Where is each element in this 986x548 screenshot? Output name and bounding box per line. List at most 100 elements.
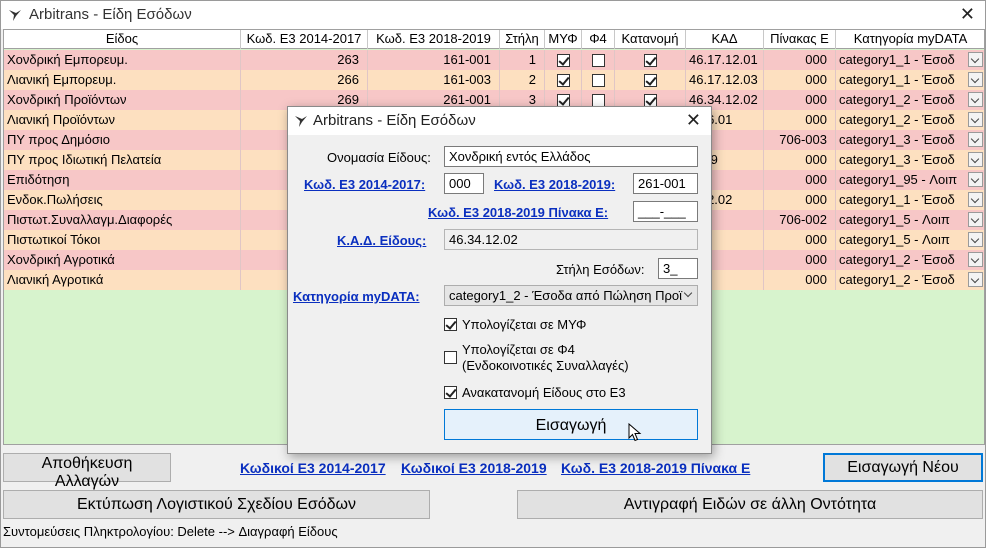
e3-1819-input[interactable]: 261-001 <box>633 173 698 194</box>
dialog-close-icon[interactable]: ✕ <box>686 110 701 131</box>
f4-checkbox[interactable] <box>444 351 457 364</box>
checkbox[interactable] <box>556 54 570 68</box>
cell-mydata-category[interactable]: category1_5 - Λοιπ <box>836 210 984 230</box>
insert-new-button[interactable]: Εισαγωγή Νέου <box>823 453 983 482</box>
cell-column[interactable]: 2 <box>500 70 545 90</box>
cell-mydata-category[interactable]: category1_2 - Έσοδ <box>836 250 984 270</box>
col-header-name[interactable]: Είδος <box>4 30 241 49</box>
cell-allocation-checkbox[interactable] <box>615 70 686 90</box>
kad-link[interactable]: Κ.Α.Δ. Είδους: <box>337 233 426 248</box>
table-row[interactable]: Χονδρική Εμπορευμ. 263 161-001 1 46.17.12.01… <box>4 50 984 70</box>
cell-table-e[interactable]: 000 <box>764 270 836 290</box>
cell-myf-checkbox[interactable] <box>545 50 582 70</box>
cell-e3-1417[interactable]: 263 <box>241 50 368 70</box>
name-input[interactable]: Χονδρική εντός Ελλάδος <box>444 146 698 167</box>
income-column-input[interactable]: 3_ <box>658 258 698 279</box>
cell-name[interactable]: Χονδρική Αγροτικά <box>4 250 241 270</box>
table-row[interactable]: Λιανική Εμπορευμ. 266 161-003 2 46.17.12.03 0… <box>4 70 984 90</box>
cell-table-e[interactable]: 000 <box>764 170 836 190</box>
kad-input[interactable]: 46.34.12.02 <box>444 229 698 250</box>
cell-table-e[interactable]: 000 <box>764 150 836 170</box>
cell-name[interactable]: Λιανική Προϊόντων <box>4 110 241 130</box>
cell-name[interactable]: Πιστωτικοί Τόκοι <box>4 230 241 250</box>
cell-table-e[interactable]: 706-003 <box>764 130 836 150</box>
chevron-down-icon[interactable] <box>968 72 983 87</box>
cell-name[interactable]: Πιστωτ.Συναλλαγμ.Διαφορές <box>4 210 241 230</box>
cell-table-e[interactable]: 706-002 <box>764 210 836 230</box>
col-header-column[interactable]: Στήλη <box>500 30 545 49</box>
cell-e3-1417[interactable]: 266 <box>241 70 368 90</box>
e3-1417-code-link[interactable]: Κωδ. Ε3 2014-2017: <box>304 177 425 192</box>
col-header-allocation[interactable]: Κατανομή <box>615 30 686 49</box>
cell-e3-1819[interactable]: 161-003 <box>368 70 500 90</box>
cell-name[interactable]: ΠΥ προς Δημόσιο <box>4 130 241 150</box>
cell-f4-checkbox[interactable] <box>582 50 615 70</box>
cell-column[interactable]: 1 <box>500 50 545 70</box>
checkbox[interactable] <box>556 74 570 88</box>
mydata-category-select[interactable]: category1_2 - Έσοδα από Πώληση Προϊ <box>444 285 698 306</box>
cell-mydata-category[interactable]: category1_1 - Έσοδ <box>836 50 984 70</box>
insert-button[interactable]: Εισαγωγή <box>444 409 698 440</box>
save-changes-button[interactable]: Αποθήκευση Αλλαγών <box>3 453 171 490</box>
cell-kad[interactable]: 46.17.12.03 <box>686 70 764 90</box>
cell-name[interactable]: Λιανική Αγροτικά <box>4 270 241 290</box>
cell-table-e[interactable]: 000 <box>764 90 836 110</box>
copy-to-entity-button[interactable]: Αντιγραφή Ειδών σε άλλη Οντότητα <box>517 490 983 519</box>
cell-name[interactable]: Λιανική Εμπορευμ. <box>4 70 241 90</box>
col-header-e3-1417[interactable]: Κωδ. Ε3 2014-2017 <box>241 30 368 49</box>
cell-myf-checkbox[interactable] <box>545 70 582 90</box>
mydata-category-link[interactable]: Κατηγορία myDATA: <box>293 289 420 304</box>
e3-1819-code-link[interactable]: Κωδ. Ε3 2018-2019: <box>494 177 615 192</box>
cell-name[interactable]: Ενδοκ.Πωλήσεις <box>4 190 241 210</box>
col-header-myf[interactable]: ΜΥΦ <box>545 30 582 49</box>
chevron-down-icon[interactable] <box>968 172 983 187</box>
cell-f4-checkbox[interactable] <box>582 70 615 90</box>
chevron-down-icon[interactable] <box>968 92 983 107</box>
col-header-e3-1819[interactable]: Κωδ. Ε3 2018-2019 <box>368 30 500 49</box>
cell-table-e[interactable]: 000 <box>764 110 836 130</box>
e3-1417-input[interactable]: 000 <box>444 173 484 194</box>
cell-table-e[interactable]: 000 <box>764 250 836 270</box>
e3-table-e-code-link[interactable]: Κωδ. Ε3 2018-2019 Πίνακα Ε: <box>428 205 608 220</box>
e3-1819-codes-link[interactable]: Κωδικοί Ε3 2018-2019 <box>401 460 547 476</box>
cell-mydata-category[interactable]: category1_2 - Έσοδ <box>836 110 984 130</box>
cell-name[interactable]: Επιδότηση <box>4 170 241 190</box>
e3-allocation-checkbox[interactable] <box>444 386 457 399</box>
cell-name[interactable]: Χονδρική Εμπορευμ. <box>4 50 241 70</box>
chevron-down-icon[interactable] <box>968 212 983 227</box>
cell-e3-1819[interactable]: 161-001 <box>368 50 500 70</box>
cell-mydata-category[interactable]: category1_2 - Έσοδ <box>836 270 984 290</box>
print-chart-button[interactable]: Εκτύπωση Λογιστικού Σχεδίου Εσόδων <box>3 490 430 519</box>
cell-mydata-category[interactable]: category1_3 - Έσοδ <box>836 150 984 170</box>
cell-mydata-category[interactable]: category1_1 - Έσοδ <box>836 190 984 210</box>
myf-checkbox[interactable] <box>444 318 457 331</box>
chevron-down-icon[interactable] <box>968 52 983 67</box>
checkbox[interactable] <box>591 74 605 88</box>
chevron-down-icon[interactable] <box>968 132 983 147</box>
col-header-table-e[interactable]: Πίνακας Ε <box>764 30 836 49</box>
chevron-down-icon[interactable] <box>968 112 983 127</box>
cell-allocation-checkbox[interactable] <box>615 50 686 70</box>
cell-mydata-category[interactable]: category1_95 - Λοιπ <box>836 170 984 190</box>
col-header-mydata[interactable]: Κατηγορία myDATA <box>836 30 984 49</box>
col-header-kad[interactable]: ΚΑΔ <box>686 30 764 49</box>
e3-table-e-codes-link[interactable]: Κωδ. Ε3 2018-2019 Πίνακα Ε <box>561 460 750 476</box>
checkbox[interactable] <box>591 54 605 68</box>
e3-table-e-input[interactable]: ___-___ <box>633 201 698 222</box>
cell-mydata-category[interactable]: category1_3 - Έσοδ <box>836 130 984 150</box>
cell-table-e[interactable]: 000 <box>764 230 836 250</box>
cell-name[interactable]: ΠΥ προς Ιδιωτική Πελατεία <box>4 150 241 170</box>
cell-mydata-category[interactable]: category1_2 - Έσοδ <box>836 90 984 110</box>
checkbox[interactable] <box>643 54 657 68</box>
cell-table-e[interactable]: 000 <box>764 70 836 90</box>
cell-kad[interactable]: 46.17.12.01 <box>686 50 764 70</box>
chevron-down-icon[interactable] <box>968 272 983 287</box>
chevron-down-icon[interactable] <box>968 232 983 247</box>
cell-table-e[interactable]: 000 <box>764 50 836 70</box>
cell-table-e[interactable]: 000 <box>764 190 836 210</box>
cell-name[interactable]: Χονδρική Προϊόντων <box>4 90 241 110</box>
close-icon[interactable]: ✕ <box>960 4 975 25</box>
cell-mydata-category[interactable]: category1_1 - Έσοδ <box>836 70 984 90</box>
checkbox[interactable] <box>643 74 657 88</box>
chevron-down-icon[interactable] <box>968 252 983 267</box>
